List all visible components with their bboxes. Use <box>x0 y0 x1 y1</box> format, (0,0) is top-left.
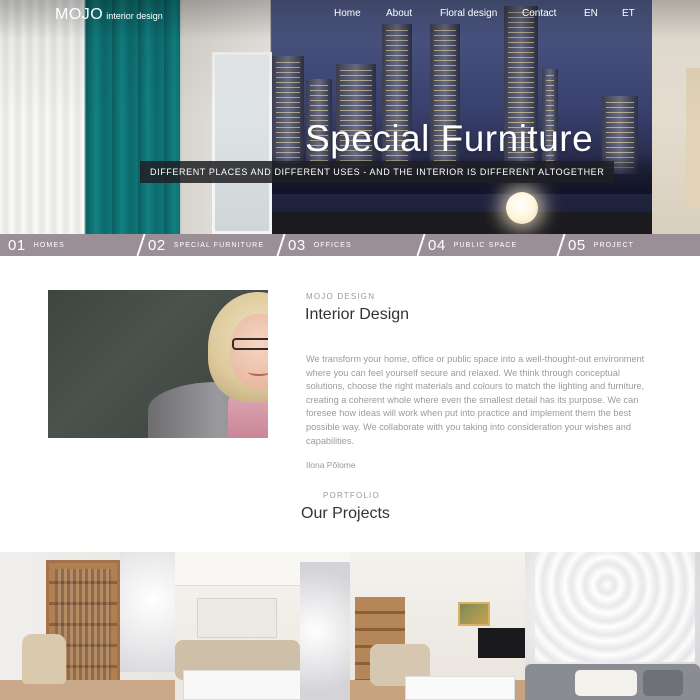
portrait-smile <box>248 368 268 376</box>
signature: Ilona Põlome <box>306 460 356 470</box>
category-number: 02 <box>148 236 166 254</box>
category-label: OFFICES <box>313 241 352 249</box>
projects-title: Our Projects <box>301 505 390 522</box>
divider <box>136 234 146 256</box>
category-public-space[interactable]: 04 PUBLIC SPACE <box>428 234 517 256</box>
hero-title: Special Furniture <box>305 118 594 159</box>
nav-contact[interactable]: Contact <box>522 8 556 19</box>
designer-portrait <box>48 290 268 438</box>
category-strip: 01 HOMES 02 SPECIAL FURNITURE 03 OFFICES… <box>0 234 700 256</box>
portrait-glasses <box>232 338 268 350</box>
coffee-table <box>183 670 303 700</box>
category-number: 03 <box>288 236 306 254</box>
wall-mural <box>120 552 175 672</box>
category-number: 05 <box>568 236 586 254</box>
about-title: Interior Design <box>305 306 410 323</box>
category-label: SPECIAL FURNITURE <box>173 241 265 249</box>
rose-wall-mural <box>535 552 695 662</box>
main-nav: Home About Floral design Contact EN ET <box>0 8 700 24</box>
category-label: HOMES <box>33 241 65 249</box>
project-image-rose-wall[interactable] <box>525 552 700 700</box>
category-offices[interactable]: 03 OFFICES <box>288 234 352 256</box>
lang-et[interactable]: ET <box>622 8 635 19</box>
project-image-living-room[interactable] <box>0 552 175 700</box>
category-number: 04 <box>428 236 446 254</box>
divider <box>416 234 426 256</box>
category-number: 01 <box>8 236 26 254</box>
projects-gallery <box>0 552 700 700</box>
divider <box>276 234 286 256</box>
armchair <box>22 634 66 684</box>
about-text: We transform your home, office or public… <box>306 354 645 446</box>
projects-kicker: PORTFOLIO <box>323 491 380 500</box>
project-image-family-room[interactable] <box>350 552 525 700</box>
category-project[interactable]: 05 PROJECT <box>568 234 634 256</box>
nav-floral-design[interactable]: Floral design <box>440 8 497 19</box>
hero-subtitle: DIFFERENT PLACES AND DIFFERENT USES - AN… <box>140 161 615 183</box>
wall-painting <box>458 602 490 626</box>
wall-mural <box>300 562 350 700</box>
pillow <box>643 670 683 696</box>
pillow <box>575 670 637 696</box>
project-image-lounge[interactable] <box>175 552 350 700</box>
divider <box>556 234 566 256</box>
category-special-furniture[interactable]: 02 SPECIAL FURNITURE <box>148 234 264 256</box>
nav-home[interactable]: Home <box>334 8 361 19</box>
hero-overlay <box>0 0 700 234</box>
category-label: PUBLIC SPACE <box>453 241 518 249</box>
category-label: PROJECT <box>593 241 635 249</box>
nav-about[interactable]: About <box>386 8 412 19</box>
about-kicker: MOJO DESIGN <box>306 292 376 301</box>
coffee-table <box>405 676 515 700</box>
kitchen <box>197 598 277 638</box>
television <box>478 628 525 658</box>
hero-banner: MOJO interior design Home About Floral d… <box>0 0 700 234</box>
lang-en[interactable]: EN <box>584 8 598 19</box>
category-homes[interactable]: 01 HOMES <box>8 234 65 256</box>
